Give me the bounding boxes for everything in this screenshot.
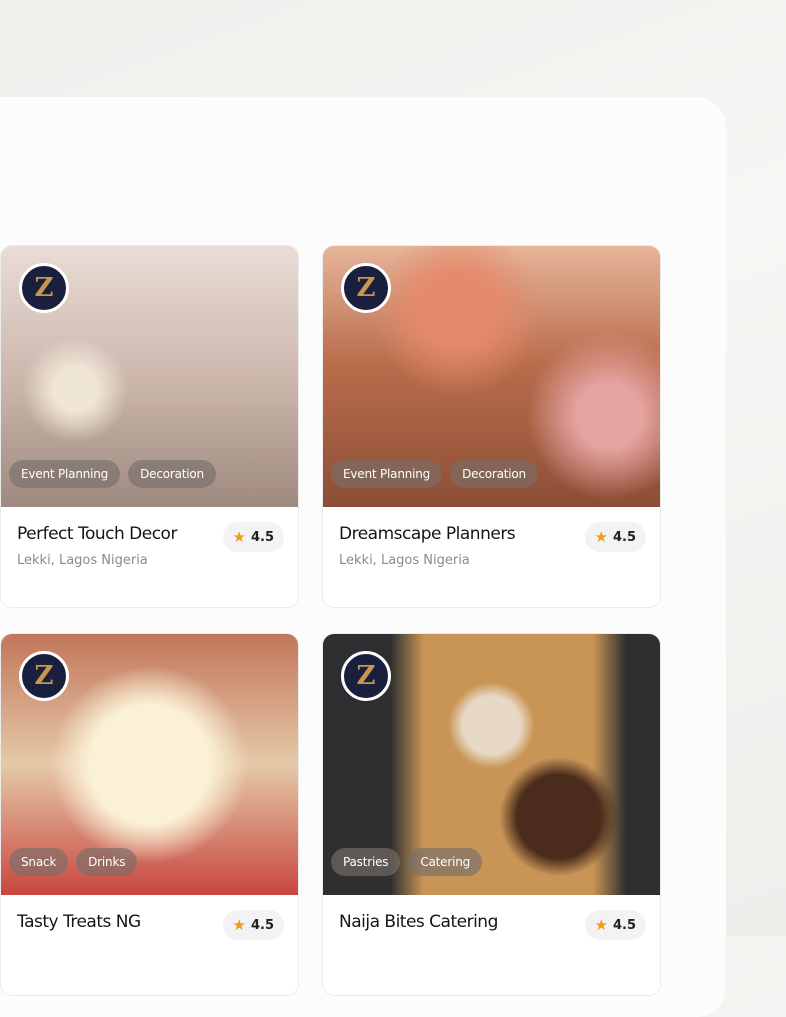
tag-list: Event Planning Decoration <box>9 460 216 488</box>
tag-list: Event Planning Decoration <box>331 460 538 488</box>
rating-value: 4.5 <box>612 917 636 933</box>
rating-badge: ★ 4.5 <box>584 522 646 552</box>
vendor-location: Lekki, Lagos Nigeria <box>339 553 470 568</box>
card-body: Naija Bites Catering ★ 4.5 <box>323 895 660 995</box>
vendor-logo: Z <box>341 651 391 701</box>
card-body: Dreamscape Planners Lekki, Lagos Nigeria… <box>323 507 660 607</box>
tag: Catering <box>408 848 483 876</box>
vendor-card[interactable]: Z Snack Drinks Tasty Treats NG ★ 4.5 <box>0 633 299 996</box>
vendor-location: Lekki, Lagos Nigeria <box>17 553 148 568</box>
vendor-logo: Z <box>341 263 391 313</box>
tag-list: Snack Drinks <box>9 848 138 876</box>
star-icon: ★ <box>594 528 608 546</box>
tag: Event Planning <box>331 460 443 488</box>
rating-value: 4.5 <box>612 529 636 545</box>
star-icon: ★ <box>232 528 246 546</box>
vendor-card[interactable]: Z Event Planning Decoration Dreamscape Pl… <box>322 245 661 608</box>
vendor-name: Dreamscape Planners <box>339 524 516 544</box>
vendor-logo: Z <box>19 263 69 313</box>
vendor-card[interactable]: Z Pastries Catering Naija Bites Catering … <box>322 633 661 996</box>
vendor-logo: Z <box>19 651 69 701</box>
rating-badge: ★ 4.5 <box>222 522 284 552</box>
tag: Pastries <box>331 848 401 876</box>
tag: Snack <box>9 848 69 876</box>
tag: Decoration <box>128 460 216 488</box>
tag-list: Pastries Catering <box>331 848 483 876</box>
vendor-name: Naija Bites Catering <box>339 912 498 932</box>
card-body: Perfect Touch Decor Lekki, Lagos Nigeria… <box>1 507 298 607</box>
tag: Decoration <box>450 460 538 488</box>
tag: Drinks <box>76 848 138 876</box>
vendor-card[interactable]: Z Event Planning Decoration Perfect Touch… <box>0 245 299 608</box>
card-body: Tasty Treats NG ★ 4.5 <box>1 895 298 995</box>
star-icon: ★ <box>594 916 608 934</box>
vendor-name: Tasty Treats NG <box>17 912 141 932</box>
rating-value: 4.5 <box>250 529 274 545</box>
tag: Event Planning <box>9 460 121 488</box>
star-icon: ★ <box>232 916 246 934</box>
rating-value: 4.5 <box>250 917 274 933</box>
vendor-name: Perfect Touch Decor <box>17 524 177 544</box>
